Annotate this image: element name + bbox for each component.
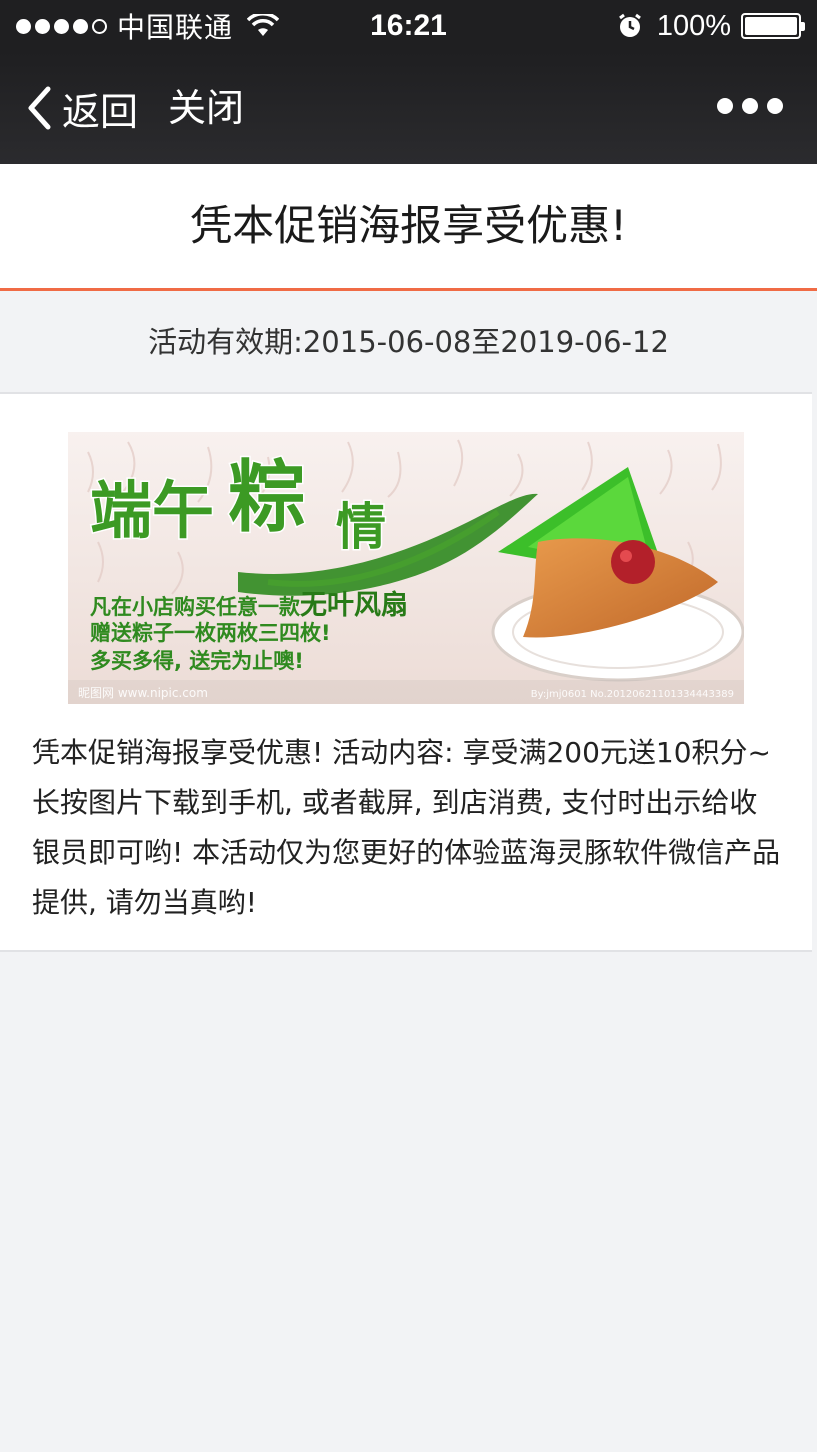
battery-percent: 100% — [656, 9, 731, 42]
poster-watermark-right: By:jmj0601 No.20120621101334443389 — [531, 689, 734, 700]
poster-line-2: 赠送粽子一枚两枚三四枚! — [90, 621, 331, 645]
page-title: 凭本促销海报享受优惠! — [0, 164, 817, 291]
poster-line-1-highlight: 无叶风扇 — [300, 589, 408, 621]
promo-description: 凭本促销海报享受优惠! 活动内容: 享受满200元送10积分~ 长按图片下载到手… — [32, 736, 781, 919]
chevron-left-icon — [28, 86, 51, 130]
back-label: 返回 — [62, 89, 139, 134]
poster-headline-2: 粽 — [228, 452, 306, 543]
poster-headline-1: 端午 — [90, 474, 214, 547]
battery-icon — [741, 13, 805, 39]
back-button[interactable]: 返回 — [24, 82, 138, 134]
content-card: 端午 粽 情 凡在小店购买任意一款无叶风扇 赠送粽子一枚两枚三四枚! 多买多得,… — [0, 392, 812, 952]
alarm-clock-icon — [618, 13, 641, 37]
poster-line-3: 多买多得, 送完为止噢! — [90, 649, 304, 673]
more-dots-icon[interactable] — [717, 98, 783, 114]
validity-period: 活动有效期:2015-06-08至2019-06-12 — [148, 325, 669, 359]
status-right: 100% — [617, 8, 805, 44]
poster-line-1-prefix: 凡在小店购买任意一款 — [90, 595, 301, 619]
status-bar: 中国联通 16:21 100% — [0, 0, 817, 52]
poster-headline-3: 情 — [336, 497, 386, 556]
close-button[interactable]: 关闭 — [168, 82, 244, 134]
navigation-bar: 返回 关闭 — [0, 52, 817, 164]
promo-poster-image[interactable]: 端午 粽 情 凡在小店购买任意一款无叶风扇 赠送粽子一枚两枚三四枚! 多买多得,… — [68, 432, 744, 704]
poster-watermark-left: 昵图网 www.nipic.com — [78, 686, 208, 700]
